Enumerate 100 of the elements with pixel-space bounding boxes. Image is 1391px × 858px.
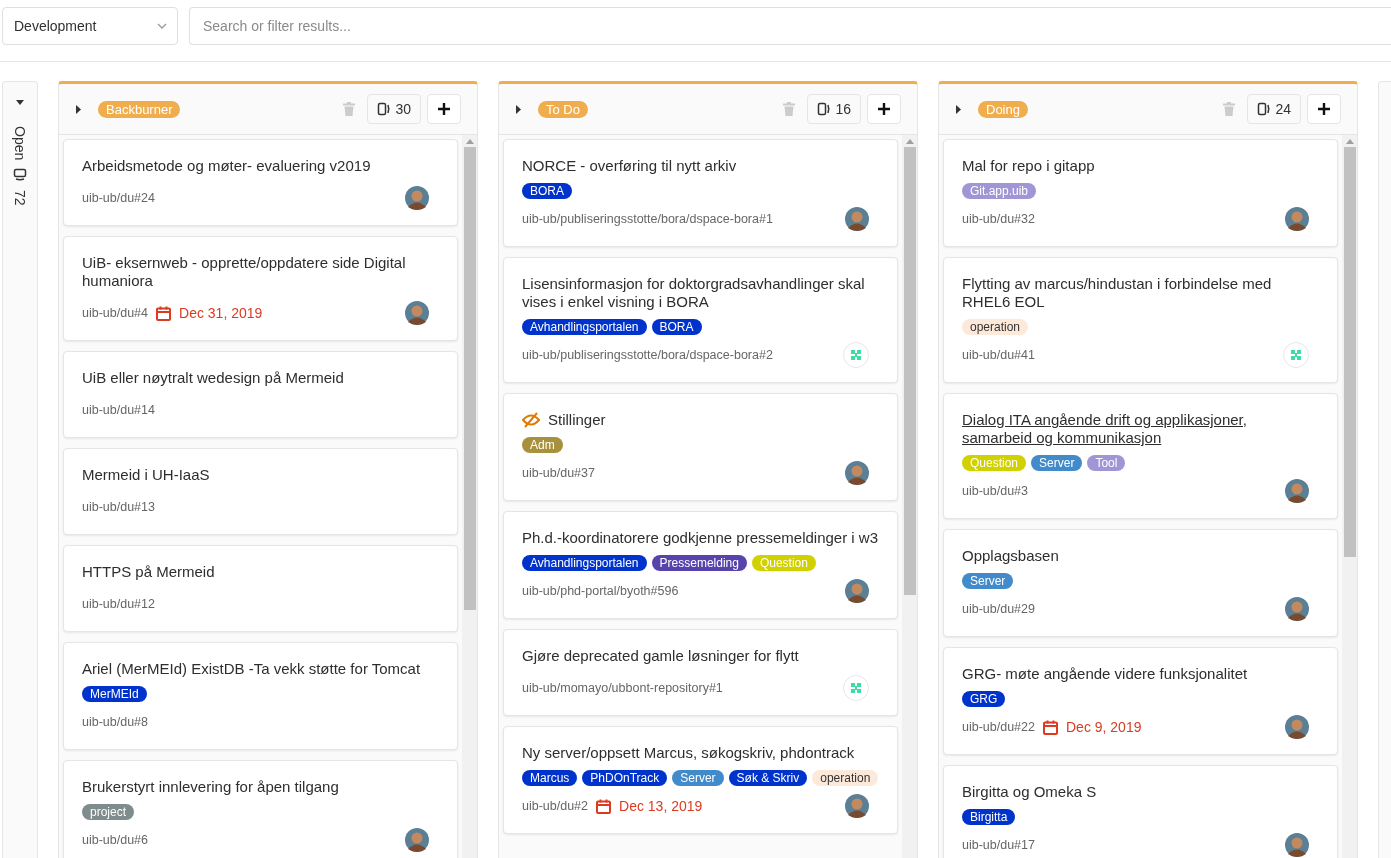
issue-title[interactable]: Arbeidsmetode og møter- evaluering v2019 <box>82 157 371 175</box>
issue-card[interactable]: HTTPS på Mermeid uib-ub/du#12 <box>63 545 458 632</box>
issue-reference[interactable]: uib-ub/phd-portal/byoth#596 <box>522 584 679 598</box>
issue-card[interactable]: Gjøre deprecated gamle løsninger for flytt uib-ub/momayo/ubbont-repository#1 <box>503 629 898 716</box>
issue-label[interactable]: PhDOnTrack <box>582 770 668 786</box>
issue-label[interactable]: Server <box>962 573 1014 589</box>
issue-label[interactable]: Søk & Skriv <box>728 770 808 786</box>
board-dropdown[interactable]: Development <box>2 7 178 45</box>
issue-card[interactable]: Ariel (MerMEId) ExistDB -Ta vekk støtte for Tomcat MerMEId uib-ub/du#8 <box>63 642 458 750</box>
avatar-icon[interactable] <box>1285 833 1309 857</box>
issue-card[interactable]: Opplagsbasen Server uib-ub/du#29 <box>943 529 1338 637</box>
list-label: Backburner <box>98 100 181 118</box>
caret-icon[interactable] <box>16 100 24 106</box>
issue-reference[interactable]: uib-ub/du#14 <box>82 403 155 417</box>
avatar-icon[interactable] <box>845 207 869 231</box>
issue-label[interactable]: Server <box>672 770 724 786</box>
issue-title[interactable]: Mermeid i UH-IaaS <box>82 466 210 484</box>
issue-title[interactable]: Mal for repo i gitapp <box>962 157 1095 175</box>
issue-card[interactable]: Flytting av marcus/hindustan i forbindelse med RHEL6 EOL operation uib-ub/du#41 <box>943 257 1338 383</box>
add-issue-button[interactable] <box>1307 94 1341 124</box>
issue-card[interactable]: Birgitta og Omeka S Birgitta uib-ub/du#17 <box>943 765 1338 858</box>
issue-title[interactable]: Ny server/oppsett Marcus, søkogskriv, phdontrack <box>522 744 855 762</box>
avatar-icon[interactable] <box>845 794 869 818</box>
issue-reference[interactable]: uib-ub/du#22 <box>962 720 1035 734</box>
caret-icon[interactable] <box>76 104 82 114</box>
issue-reference[interactable]: uib-ub/du#13 <box>82 500 155 514</box>
issue-label[interactable]: operation <box>962 319 1029 335</box>
avatar-icon[interactable] <box>845 579 869 603</box>
scrollbar[interactable] <box>462 135 477 858</box>
issue-title[interactable]: Gjøre deprecated gamle løsninger for flytt <box>522 647 799 665</box>
issue-reference[interactable]: uib-ub/du#2 <box>522 799 589 813</box>
issue-card[interactable]: Arbeidsmetode og møter- evaluering v2019 uib-ub/du#24 <box>63 139 458 226</box>
avatar-icon[interactable] <box>405 186 429 210</box>
add-issue-button[interactable] <box>427 94 461 124</box>
issue-card[interactable]: NORCE - overføring til nytt arkiv BORA uib-ub/publiseringsstotte/bora/dspace-bora#1 <box>503 139 898 247</box>
issue-card[interactable]: Mermeid i UH-IaaS uib-ub/du#13 <box>63 448 458 535</box>
list-title: Open <box>12 126 28 161</box>
issue-reference[interactable]: uib-ub/du#24 <box>82 191 155 205</box>
issue-title[interactable]: Ph.d.-koordinatorere godkjenne pressemeldinger i w3 <box>522 529 879 547</box>
issue-title[interactable]: UiB eller nøytralt wedesign på Mermeid <box>82 369 344 387</box>
issue-reference[interactable]: uib-ub/du#37 <box>522 466 595 480</box>
avatar-icon[interactable] <box>1285 479 1309 503</box>
avatar-icon[interactable] <box>405 828 429 852</box>
issue-reference[interactable]: uib-ub/du#41 <box>962 348 1035 362</box>
scrollbar[interactable] <box>902 135 917 858</box>
issue-title[interactable]: Dialog ITA angående drift og applikasjoner, samarbeid og kommunikasjon <box>962 411 1319 447</box>
issue-card[interactable]: Ph.d.-koordinatorere godkjenne pressemeldinger i w3 Avhandlingsportalen Pressemelding Question uib-ub/phd-portal/byoth#596 <box>503 511 898 619</box>
caret-icon[interactable] <box>956 104 962 114</box>
issue-label[interactable]: Pressemelding <box>651 555 747 571</box>
issue-label[interactable]: Marcus <box>522 770 578 786</box>
issue-card[interactable]: Dialog ITA angående drift og applikasjoner, samarbeid og kommunikasjon Question Server Tool uib-ub/du#3 <box>943 393 1338 519</box>
issue-label[interactable]: GRG <box>962 691 1006 707</box>
issue-title[interactable]: Stillinger <box>548 411 606 429</box>
issue-label[interactable]: Server <box>1031 455 1083 471</box>
issue-reference[interactable]: uib-ub/du#6 <box>82 833 149 847</box>
issue-reference[interactable]: uib-ub/du#12 <box>82 597 155 611</box>
avatar-icon[interactable] <box>1285 207 1309 231</box>
issue-card[interactable]: GRG- møte angående videre funksjonalitet GRG uib-ub/du#22 Dec 9, 2019 <box>943 647 1338 755</box>
avatar-icon[interactable] <box>1285 715 1309 739</box>
issue-label[interactable]: BORA <box>651 319 702 335</box>
issue-title[interactable]: HTTPS på Mermeid <box>82 563 215 581</box>
avatar-icon[interactable] <box>405 301 429 325</box>
issue-reference[interactable]: uib-ub/publiseringsstotte/bora/dspace-bora#1 <box>522 212 773 226</box>
issue-reference[interactable]: uib-ub/du#17 <box>962 838 1035 852</box>
issue-card[interactable]: UiB eller nøytralt wedesign på Mermeid uib-ub/du#14 <box>63 351 458 438</box>
issue-reference[interactable]: uib-ub/du#29 <box>962 602 1035 616</box>
issue-label[interactable]: BORA <box>522 183 572 199</box>
issue-title[interactable]: Flytting av marcus/hindustan i forbindelse med RHEL6 EOL <box>962 275 1319 311</box>
issue-title[interactable]: Brukerstyrt innlevering for åpen tilgang <box>82 778 339 796</box>
issue-title[interactable]: NORCE - overføring til nytt arkiv <box>522 157 737 175</box>
issue-title[interactable]: Birgitta og Omeka S <box>962 783 1097 801</box>
issue-card[interactable]: Stillinger Adm uib-ub/du#37 <box>503 393 898 501</box>
due-date: Dec 13, 2019 <box>619 798 703 814</box>
issue-reference[interactable]: uib-ub/du#32 <box>962 212 1035 226</box>
add-issue-button[interactable] <box>867 94 901 124</box>
issue-label[interactable]: Avhandlingsportalen <box>522 555 647 571</box>
issue-title[interactable]: Opplagsbasen <box>962 547 1059 565</box>
issue-card[interactable]: Mal for repo i gitapp Git.app.uib uib-ub/du#32 <box>943 139 1338 247</box>
issue-reference[interactable]: uib-ub/publiseringsstotte/bora/dspace-bora#2 <box>522 348 773 362</box>
avatar-icon[interactable] <box>845 461 869 485</box>
caret-icon[interactable] <box>516 104 522 114</box>
issue-label[interactable]: Avhandlingsportalen <box>522 319 647 335</box>
issue-label[interactable]: operation <box>812 770 879 786</box>
issue-label[interactable]: Birgitta <box>962 809 1016 825</box>
issue-reference[interactable]: uib-ub/du#8 <box>82 715 149 729</box>
issue-card[interactable]: Brukerstyrt innlevering for åpen tilgang project uib-ub/du#6 <box>63 760 458 858</box>
search-field[interactable]: Search or filter results... <box>189 7 1391 45</box>
issue-reference[interactable]: uib-ub/du#4 <box>82 306 149 320</box>
issue-title[interactable]: UiB- eksernweb - opprette/oppdatere side Digital humaniora <box>82 254 439 290</box>
issue-card[interactable]: Lisensinformasjon for doktorgradsavhandlinger skal vises i enkel visning i BORA Avhandlingsportalen BORA uib-ub/publiseringsstotte/bora/dspace-bora#2 <box>503 257 898 383</box>
avatar-icon[interactable] <box>1285 597 1309 621</box>
issue-reference[interactable]: uib-ub/momayo/ubbont-repository#1 <box>522 681 723 695</box>
issue-title[interactable]: Ariel (MerMEId) ExistDB -Ta vekk støtte for Tomcat <box>82 660 421 678</box>
issue-reference[interactable]: uib-ub/du#3 <box>962 484 1029 498</box>
issue-label[interactable]: MerMEId <box>82 686 147 702</box>
issue-title[interactable]: GRG- møte angående videre funksjonalitet <box>962 665 1248 683</box>
issue-card[interactable]: UiB- eksernweb - opprette/oppdatere side Digital humaniora uib-ub/du#4 Dec 31, 2019 <box>63 236 458 341</box>
issue-card[interactable]: Ny server/oppsett Marcus, søkogskriv, phdontrack Marcus PhDOnTrack Server Søk & Skriv operation uib-ub/du#2 Dec 13, 2019 <box>503 726 898 834</box>
scrollbar[interactable] <box>1342 135 1357 858</box>
issue-title[interactable]: Lisensinformasjon for doktorgradsavhandlinger skal vises i enkel visning i BORA <box>522 275 879 311</box>
